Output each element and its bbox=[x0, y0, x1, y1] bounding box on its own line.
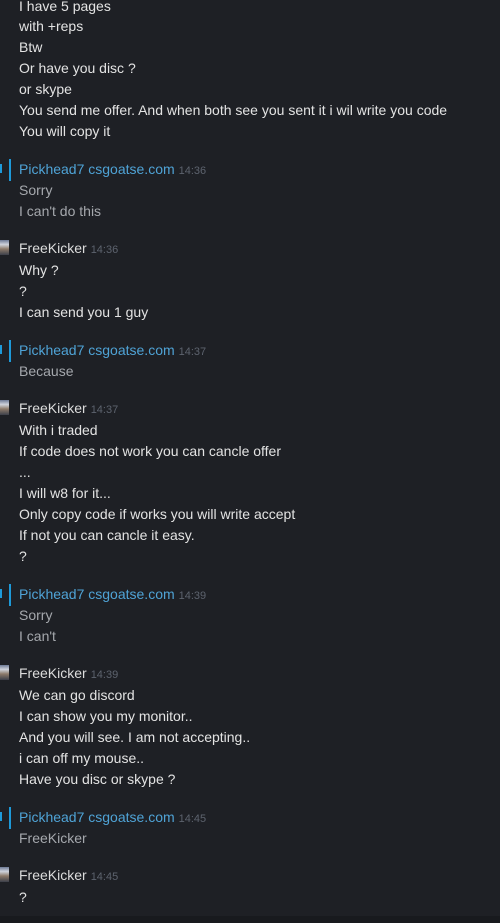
message-line: i can off my mouse.. bbox=[19, 750, 145, 766]
sender-name[interactable]: FreeKicker bbox=[19, 240, 87, 256]
message-line: And you will see. I am not accepting.. bbox=[19, 729, 251, 745]
avatar[interactable] bbox=[0, 589, 2, 598]
sender-name[interactable]: Pickhead7 csgoatse.com bbox=[19, 161, 175, 177]
message-line: Why ? bbox=[19, 262, 59, 278]
message-line: I can show you my monitor.. bbox=[19, 708, 193, 724]
avatar[interactable] bbox=[0, 400, 9, 415]
timestamp: 14:39 bbox=[178, 590, 207, 602]
message-line: With i traded bbox=[19, 422, 98, 438]
message-line: Sorry bbox=[19, 182, 53, 198]
sender-name[interactable]: FreeKicker bbox=[19, 400, 87, 416]
message-line: ... bbox=[19, 464, 31, 480]
self-indicator-bar bbox=[9, 340, 11, 362]
message-line: Because bbox=[19, 363, 74, 379]
timestamp: 14:45 bbox=[178, 813, 207, 825]
timestamp: 14:36 bbox=[178, 165, 207, 177]
message-header: FreeKicker 14:36 bbox=[19, 240, 118, 258]
avatar[interactable] bbox=[0, 164, 2, 173]
message-line: You send me offer. And when both see you… bbox=[19, 102, 448, 118]
message-line: Have you disc or skype ? bbox=[19, 771, 176, 787]
message-header: Pickhead7 csgoatse.com 14:37 bbox=[19, 342, 206, 360]
message-line: You will copy it bbox=[19, 123, 111, 139]
avatar[interactable] bbox=[0, 665, 9, 680]
chat-log: I have 5 pages with +reps Btw Or have yo… bbox=[0, 0, 500, 923]
message-line: with +reps bbox=[19, 18, 84, 34]
self-indicator-bar bbox=[9, 807, 11, 829]
sender-name[interactable]: Pickhead7 csgoatse.com bbox=[19, 586, 175, 602]
timestamp: 14:36 bbox=[90, 244, 119, 256]
message-line: I can't bbox=[19, 628, 56, 644]
message-header: Pickhead7 csgoatse.com 14:36 bbox=[19, 161, 206, 179]
avatar[interactable] bbox=[0, 345, 2, 354]
avatar[interactable] bbox=[0, 867, 9, 882]
message-line: I can't do this bbox=[19, 203, 102, 219]
message-header: FreeKicker 14:37 bbox=[19, 400, 118, 418]
sender-name[interactable]: FreeKicker bbox=[19, 665, 87, 681]
message-line: ? bbox=[19, 548, 27, 564]
sender-name[interactable]: Pickhead7 csgoatse.com bbox=[19, 809, 175, 825]
message-line: or skype bbox=[19, 81, 72, 97]
timestamp: 14:39 bbox=[90, 669, 119, 681]
timestamp: 14:37 bbox=[90, 404, 119, 416]
message-line: We can go discord bbox=[19, 687, 135, 703]
message-line: I will w8 for it... bbox=[19, 485, 111, 501]
timestamp: 14:45 bbox=[90, 871, 119, 883]
message-line: Only copy code if works you will write a… bbox=[19, 506, 296, 522]
message-line: If code does not work you can cancle off… bbox=[19, 443, 282, 459]
message-line: Or have you disc ? bbox=[19, 60, 136, 76]
message-line: ? bbox=[19, 889, 27, 905]
message-line: FreeKicker bbox=[19, 830, 87, 846]
sender-name[interactable]: Pickhead7 csgoatse.com bbox=[19, 342, 175, 358]
message-header: FreeKicker 14:45 bbox=[19, 867, 118, 885]
message-header: Pickhead7 csgoatse.com 14:45 bbox=[19, 809, 206, 827]
message-line: If not you can cancle it easy. bbox=[19, 527, 195, 543]
chat-bottom-edge bbox=[0, 916, 500, 923]
message-line: ? bbox=[19, 283, 27, 299]
message-line: Sorry bbox=[19, 607, 53, 623]
message-header: FreeKicker 14:39 bbox=[19, 665, 118, 683]
message-line: I can send you 1 guy bbox=[19, 304, 149, 320]
avatar[interactable] bbox=[0, 812, 2, 821]
sender-name[interactable]: FreeKicker bbox=[19, 867, 87, 883]
message-header: Pickhead7 csgoatse.com 14:39 bbox=[19, 586, 206, 604]
message-line: Btw bbox=[19, 39, 43, 55]
self-indicator-bar bbox=[9, 584, 11, 606]
avatar[interactable] bbox=[0, 240, 9, 255]
message-line: I have 5 pages bbox=[19, 0, 111, 14]
timestamp: 14:37 bbox=[178, 346, 207, 358]
self-indicator-bar bbox=[9, 159, 11, 181]
